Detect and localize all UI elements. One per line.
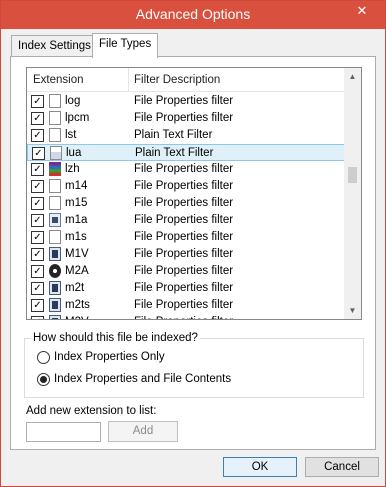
row-filter-description: File Properties filter: [134, 112, 234, 124]
row-extension: m2t: [65, 282, 85, 294]
row-filter-description: File Properties filter: [134, 197, 234, 209]
list-row-m2a[interactable]: ✓ M2A File Properties filter: [27, 263, 345, 280]
extension-list[interactable]: Extension Filter Description ✓ log File Pr…: [26, 67, 362, 320]
list-rows: ✓ log File Properties filter ✓ lpcm File Prop…: [27, 93, 345, 319]
add-extension-input[interactable]: [26, 422, 101, 442]
row-checkbox[interactable]: ✓: [31, 316, 44, 319]
row-checkbox[interactable]: ✓: [31, 214, 44, 227]
row-extension: M2A: [65, 265, 89, 277]
audio-file-icon: [49, 213, 61, 227]
row-checkbox[interactable]: ✓: [31, 95, 44, 108]
row-checkbox[interactable]: ✓: [31, 197, 44, 210]
scroll-down-arrow-icon[interactable]: ▼: [344, 302, 361, 319]
video-file-icon: [49, 315, 61, 319]
row-extension: M1V: [65, 248, 89, 260]
row-filter-description: File Properties filter: [134, 248, 234, 260]
scroll-up-arrow-icon[interactable]: ▲: [344, 68, 361, 85]
row-checkbox[interactable]: ✓: [31, 231, 44, 244]
text-file-icon: [50, 146, 62, 160]
row-checkbox[interactable]: ✓: [31, 163, 44, 176]
column-header-extension[interactable]: Extension: [33, 74, 84, 86]
radio-button[interactable]: [37, 373, 50, 386]
blank-file-icon: [49, 230, 61, 244]
list-row-m2t[interactable]: ✓ m2t File Properties filter: [27, 280, 345, 297]
blank-file-icon: [49, 94, 61, 108]
row-extension: m1s: [65, 231, 87, 243]
ok-button[interactable]: OK: [223, 457, 297, 477]
scrollbar-thumb[interactable]: [348, 167, 357, 183]
list-row-lpcm[interactable]: ✓ lpcm File Properties filter: [27, 110, 345, 127]
radio-label: Index Properties Only: [54, 351, 165, 363]
list-header: Extension Filter Description: [27, 68, 345, 92]
list-scrollbar[interactable]: ▲ ▼: [344, 68, 361, 319]
list-row-m1s[interactable]: ✓ m1s File Properties filter: [27, 229, 345, 246]
tab-file-types[interactable]: File Types: [92, 33, 159, 58]
list-row-m15[interactable]: ✓ m15 File Properties filter: [27, 195, 345, 212]
archive-icon: [49, 162, 61, 176]
row-extension: m2ts: [65, 299, 90, 311]
add-button[interactable]: Add: [108, 421, 178, 442]
tab-index-settings[interactable]: Index Settings: [11, 35, 98, 57]
row-filter-description: File Properties filter: [134, 265, 234, 277]
indexing-options-group: [24, 338, 364, 398]
row-extension: m14: [65, 180, 88, 192]
row-checkbox[interactable]: ✓: [31, 180, 44, 193]
row-checkbox[interactable]: ✓: [31, 112, 44, 125]
list-row-m14[interactable]: ✓ m14 File Properties filter: [27, 178, 345, 195]
row-checkbox[interactable]: ✓: [31, 129, 44, 142]
row-checkbox[interactable]: ✓: [31, 299, 44, 312]
list-row-m2v[interactable]: ✓ M2V File Properties filter: [27, 314, 345, 319]
row-extension: M2V: [65, 316, 89, 319]
list-row-m2ts[interactable]: ✓ m2ts File Properties filter: [27, 297, 345, 314]
video-file-icon: [49, 247, 61, 261]
row-checkbox[interactable]: ✓: [32, 147, 45, 160]
row-filter-description: File Properties filter: [134, 316, 233, 319]
row-checkbox[interactable]: ✓: [31, 248, 44, 261]
blank-file-icon: [49, 196, 61, 210]
radio-label: Index Properties and File Contents: [54, 373, 232, 385]
blank-file-icon: [49, 111, 61, 125]
row-filter-description: File Properties filter: [134, 282, 234, 294]
row-filter-description: Plain Text Filter: [134, 129, 213, 141]
file-types-panel: Extension Filter Description ✓ log File Pr…: [10, 56, 376, 450]
add-extension-label: Add new extension to list:: [26, 405, 157, 417]
list-row-lua[interactable]: ✓ lua Plain Text Filter: [27, 144, 345, 161]
list-row-log[interactable]: ✓ log File Properties filter: [27, 93, 345, 110]
column-divider[interactable]: [128, 68, 129, 92]
row-extension: m15: [65, 197, 88, 209]
row-filter-description: File Properties filter: [134, 299, 234, 311]
row-extension: log: [65, 95, 81, 107]
list-row-lst[interactable]: ✓ lst Plain Text Filter: [27, 127, 345, 144]
radio-button[interactable]: [37, 351, 50, 364]
title-bar: Advanced Options ✕: [1, 1, 385, 29]
list-row-lzh[interactable]: ✓ lzh File Properties filter: [27, 161, 345, 178]
row-filter-description: File Properties filter: [134, 231, 234, 243]
row-filter-description: File Properties filter: [134, 214, 234, 226]
column-header-filter-description[interactable]: Filter Description: [134, 74, 220, 86]
indexing-question-label: How should this file be indexed?: [31, 332, 200, 344]
row-extension: lua: [66, 147, 82, 159]
advanced-options-window: Advanced Options ✕ Index Settings File T…: [0, 0, 386, 487]
media-disc-icon: [49, 264, 61, 278]
blank-file-icon: [49, 128, 61, 142]
close-button[interactable]: ✕: [351, 1, 373, 21]
cancel-button[interactable]: Cancel: [305, 457, 379, 477]
list-row-m1v[interactable]: ✓ M1V File Properties filter: [27, 246, 345, 263]
row-filter-description: File Properties filter: [134, 163, 234, 175]
row-filter-description: File Properties filter: [134, 95, 234, 107]
row-checkbox[interactable]: ✓: [31, 265, 44, 278]
row-extension: lst: [65, 129, 77, 141]
blank-file-icon: [49, 179, 61, 193]
row-filter-description: File Properties filter: [134, 180, 234, 192]
video-file-icon: [49, 281, 61, 295]
video-file-icon: [49, 298, 61, 312]
row-extension: lzh: [65, 163, 80, 175]
window-title: Advanced Options: [135, 6, 251, 22]
row-filter-description: Plain Text Filter: [135, 147, 214, 159]
list-row-m1a[interactable]: ✓ m1a File Properties filter: [27, 212, 345, 229]
row-extension: m1a: [65, 214, 88, 226]
row-extension: lpcm: [65, 112, 90, 124]
row-checkbox[interactable]: ✓: [31, 282, 44, 295]
